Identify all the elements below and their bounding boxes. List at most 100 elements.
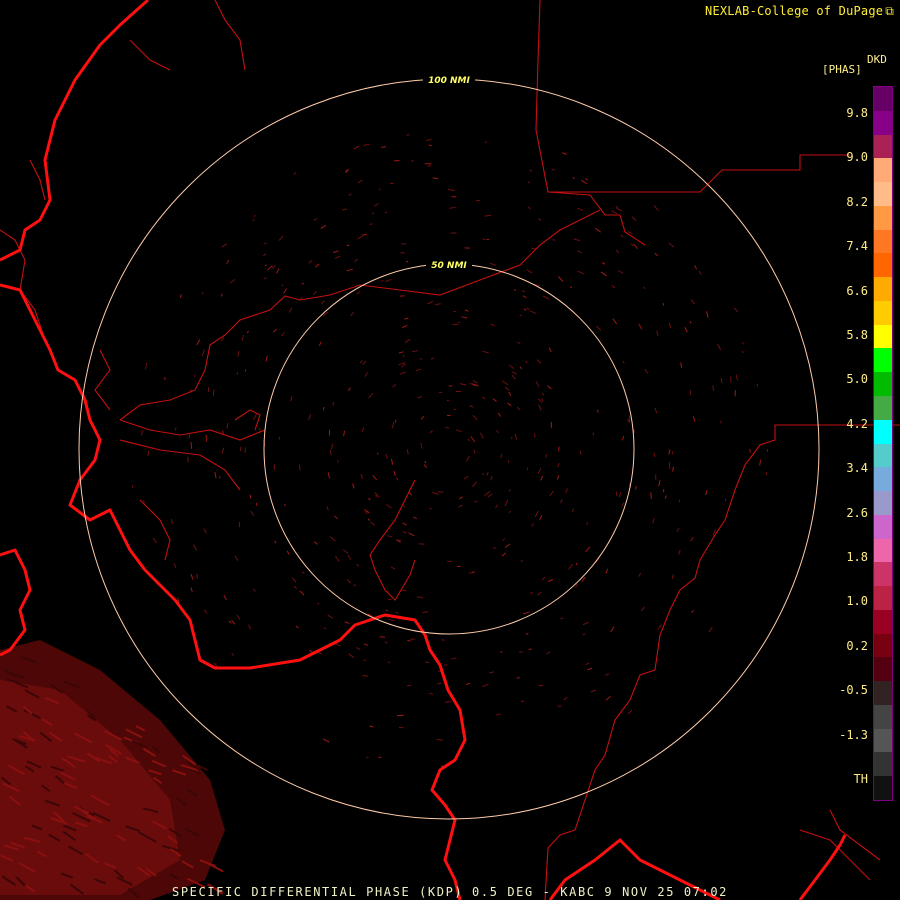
echo-fragment (193, 544, 197, 551)
echo-fragment (392, 567, 396, 570)
echo-fragment (547, 385, 552, 390)
echo-fragment (334, 555, 340, 562)
echo-fragment (570, 286, 573, 289)
color-swatch (874, 419, 892, 444)
echo-fragment (630, 243, 634, 247)
echo-fragment (409, 492, 413, 496)
echo-fragment (735, 374, 738, 381)
echo-fragment (320, 300, 325, 305)
echo-fragment (335, 643, 341, 647)
echo-fragment (653, 452, 656, 458)
color-swatch (874, 158, 892, 183)
echo-fragment (179, 294, 182, 298)
echo-fragment (427, 300, 434, 305)
echo-fragment (263, 276, 267, 280)
echo-fragment (749, 449, 751, 453)
echo-fragment (676, 527, 680, 532)
echo-fragment (272, 328, 277, 333)
echo-fragment (484, 490, 491, 496)
echo-fragment (293, 172, 297, 175)
echo-fragment (618, 491, 622, 498)
echo-fragment (435, 303, 441, 306)
color-swatch (874, 538, 892, 563)
echo-fragment (428, 692, 434, 695)
range-ring-50nmi (263, 263, 635, 635)
legend-label: 2.6 (846, 505, 868, 520)
echo-fragment (412, 516, 418, 520)
echo-fragment (381, 279, 384, 282)
echo-fragment (529, 591, 534, 595)
echo-fragment (522, 295, 527, 299)
echo-fragment (345, 169, 349, 172)
echo-fragment (568, 563, 574, 570)
echo-fragment (495, 713, 501, 716)
echo-fragment (565, 488, 568, 493)
credit-text: NEXLAB-College of DuPage (705, 4, 884, 18)
echo-fragment (552, 239, 556, 241)
echo-fragment (405, 260, 409, 263)
echo-fragment (196, 339, 201, 346)
color-swatch (874, 324, 892, 349)
echo-fragment (652, 517, 655, 524)
legend-label: 6.6 (846, 283, 868, 298)
echo-fragment (595, 227, 602, 233)
echo-fragment (203, 609, 208, 614)
echo-fragment (482, 238, 486, 241)
echo-fragment (334, 255, 341, 259)
echo-fragment (425, 661, 430, 664)
echo-fragment (281, 332, 285, 337)
color-swatch (874, 657, 892, 682)
echo-fragment (395, 477, 399, 481)
echo-fragment (521, 700, 524, 703)
echo-fragment (538, 218, 542, 221)
echo-fragment (398, 726, 404, 729)
echo-fragment (252, 219, 255, 222)
legend-label: 7.4 (846, 239, 868, 254)
echo-fragment (575, 583, 579, 588)
echo-fragment (420, 442, 423, 449)
echo-fragment (417, 396, 423, 399)
echo-fragment (373, 203, 379, 207)
legend-label: -0.5 (839, 683, 868, 698)
echo-fragment (464, 309, 469, 312)
echo-fragment (223, 594, 227, 600)
echo-fragment (560, 617, 564, 620)
echo-fragment (511, 374, 516, 380)
echo-fragment (264, 264, 267, 267)
echo-fragment (190, 587, 193, 593)
echo-fragment (401, 324, 408, 329)
legend-label: 1.0 (846, 594, 868, 609)
echo-fragment (640, 606, 646, 612)
echo-fragment (213, 662, 218, 667)
echo-fragment (471, 571, 476, 574)
echo-fragment (529, 310, 537, 315)
echo-fragment (585, 662, 589, 666)
echo-fragment (327, 472, 331, 479)
echo-fragment (152, 537, 157, 544)
echo-fragment (453, 310, 456, 313)
echo-fragment (528, 648, 532, 650)
echo-fragment (576, 250, 582, 254)
echo-fragment (399, 371, 406, 375)
echo-fragment (320, 224, 327, 230)
echo-fragment (627, 709, 633, 715)
echo-fragment (668, 242, 675, 248)
echo-fragment (472, 481, 477, 488)
credit-link[interactable]: NEXLAB-College of DuPage ⧉ (705, 4, 894, 19)
echo-fragment (384, 278, 392, 283)
echo-fragment (486, 472, 489, 476)
echo-fragment (664, 495, 667, 499)
color-swatch (874, 300, 892, 326)
echo-fragment (227, 259, 229, 263)
echo-fragment (541, 398, 544, 402)
echo-fragment (237, 351, 240, 357)
echo-fragment (668, 462, 671, 469)
echo-fragment (690, 536, 694, 542)
echo-fragment (143, 500, 145, 504)
color-swatch (874, 467, 892, 492)
echo-fragment (741, 350, 744, 354)
radar-map: 50 NMI 100 NMI (0, 0, 900, 900)
echo-fragment (492, 398, 497, 402)
echo-fragment (586, 522, 589, 525)
echo-fragment (323, 627, 327, 630)
